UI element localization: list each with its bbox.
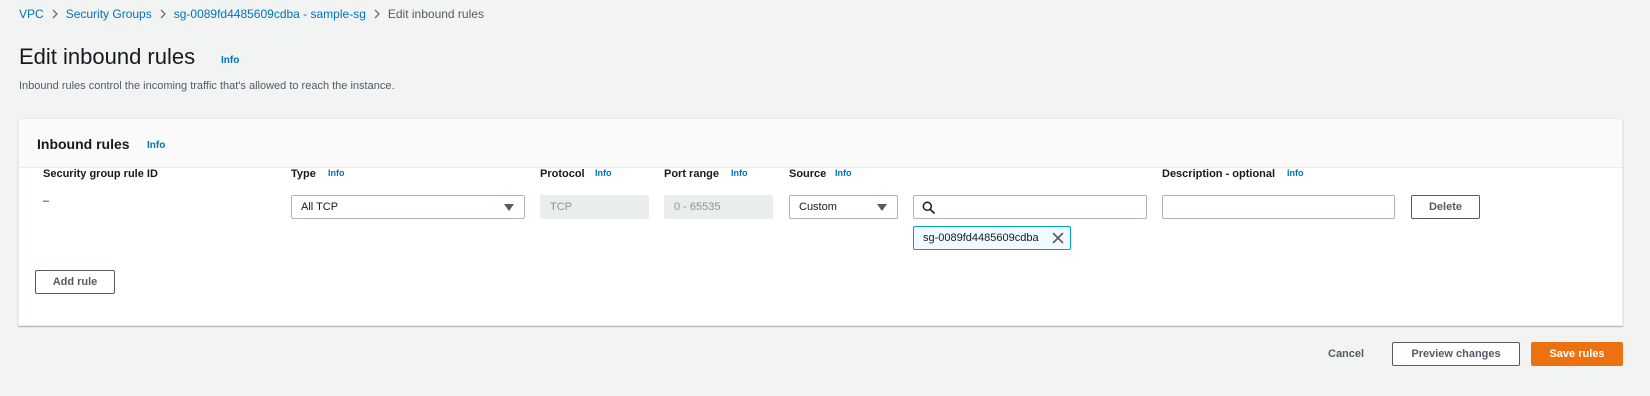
breadcrumb-security-groups[interactable]: Security Groups [66, 7, 152, 21]
inbound-rules-panel: Inbound rules Info Security group rule I… [18, 118, 1623, 326]
cancel-button[interactable]: Cancel [1328, 347, 1364, 361]
preview-changes-button[interactable]: Preview changes [1392, 342, 1520, 366]
rule-id-value: – [43, 195, 50, 207]
page-description: Inbound rules control the incoming traff… [19, 80, 395, 92]
source-token-label: sg-0089fd4485609cdba [923, 232, 1039, 244]
protocol-info-link[interactable]: Info [595, 168, 612, 178]
add-rule-button[interactable]: Add rule [35, 270, 115, 294]
description-input[interactable] [1162, 195, 1395, 219]
port-range-value: 0 - 65535 [674, 201, 721, 213]
col-type: Type [291, 168, 316, 180]
delete-rule-button[interactable]: Delete [1411, 195, 1480, 219]
protocol-value: TCP [550, 201, 572, 213]
description-info-link[interactable]: Info [1287, 168, 1304, 178]
save-rules-button[interactable]: Save rules [1531, 342, 1623, 366]
col-description: Description - optional [1162, 168, 1276, 180]
panel-title: Inbound rules [37, 136, 130, 152]
col-port-range: Port range [664, 168, 720, 180]
page-info-link[interactable]: Info [221, 55, 239, 66]
col-source: Source [789, 168, 827, 180]
protocol-field: TCP [540, 195, 649, 219]
source-token: sg-0089fd4485609cdba [913, 226, 1071, 250]
breadcrumb-security-group[interactable]: sg-0089fd4485609cdba - sample-sg [174, 7, 366, 21]
panel-info-link[interactable]: Info [147, 140, 165, 151]
col-rule-id: Security group rule ID [43, 168, 158, 180]
type-select[interactable]: All TCP [291, 195, 525, 219]
caret-down-icon [877, 204, 887, 211]
breadcrumb-current: Edit inbound rules [387, 7, 484, 21]
close-icon[interactable] [1052, 232, 1064, 244]
search-icon [922, 201, 935, 214]
chevron-right-icon [44, 7, 66, 21]
type-info-link[interactable]: Info [328, 168, 345, 178]
source-info-link[interactable]: Info [835, 168, 852, 178]
source-search-input[interactable] [913, 195, 1147, 219]
page-title: Edit inbound rules [19, 44, 196, 69]
caret-down-icon [504, 204, 514, 211]
panel-header [19, 119, 1622, 168]
port-range-field: 0 - 65535 [664, 195, 773, 219]
source-select[interactable]: Custom [789, 195, 898, 219]
type-select-value: All TCP [301, 201, 339, 213]
col-protocol: Protocol [540, 168, 585, 180]
port-range-info-link[interactable]: Info [731, 168, 748, 178]
breadcrumb: VPC Security Groups sg-0089fd4485609cdba… [19, 7, 484, 21]
chevron-right-icon [366, 7, 388, 21]
source-select-value: Custom [799, 201, 837, 213]
chevron-right-icon [152, 7, 174, 21]
breadcrumb-vpc[interactable]: VPC [19, 7, 44, 21]
